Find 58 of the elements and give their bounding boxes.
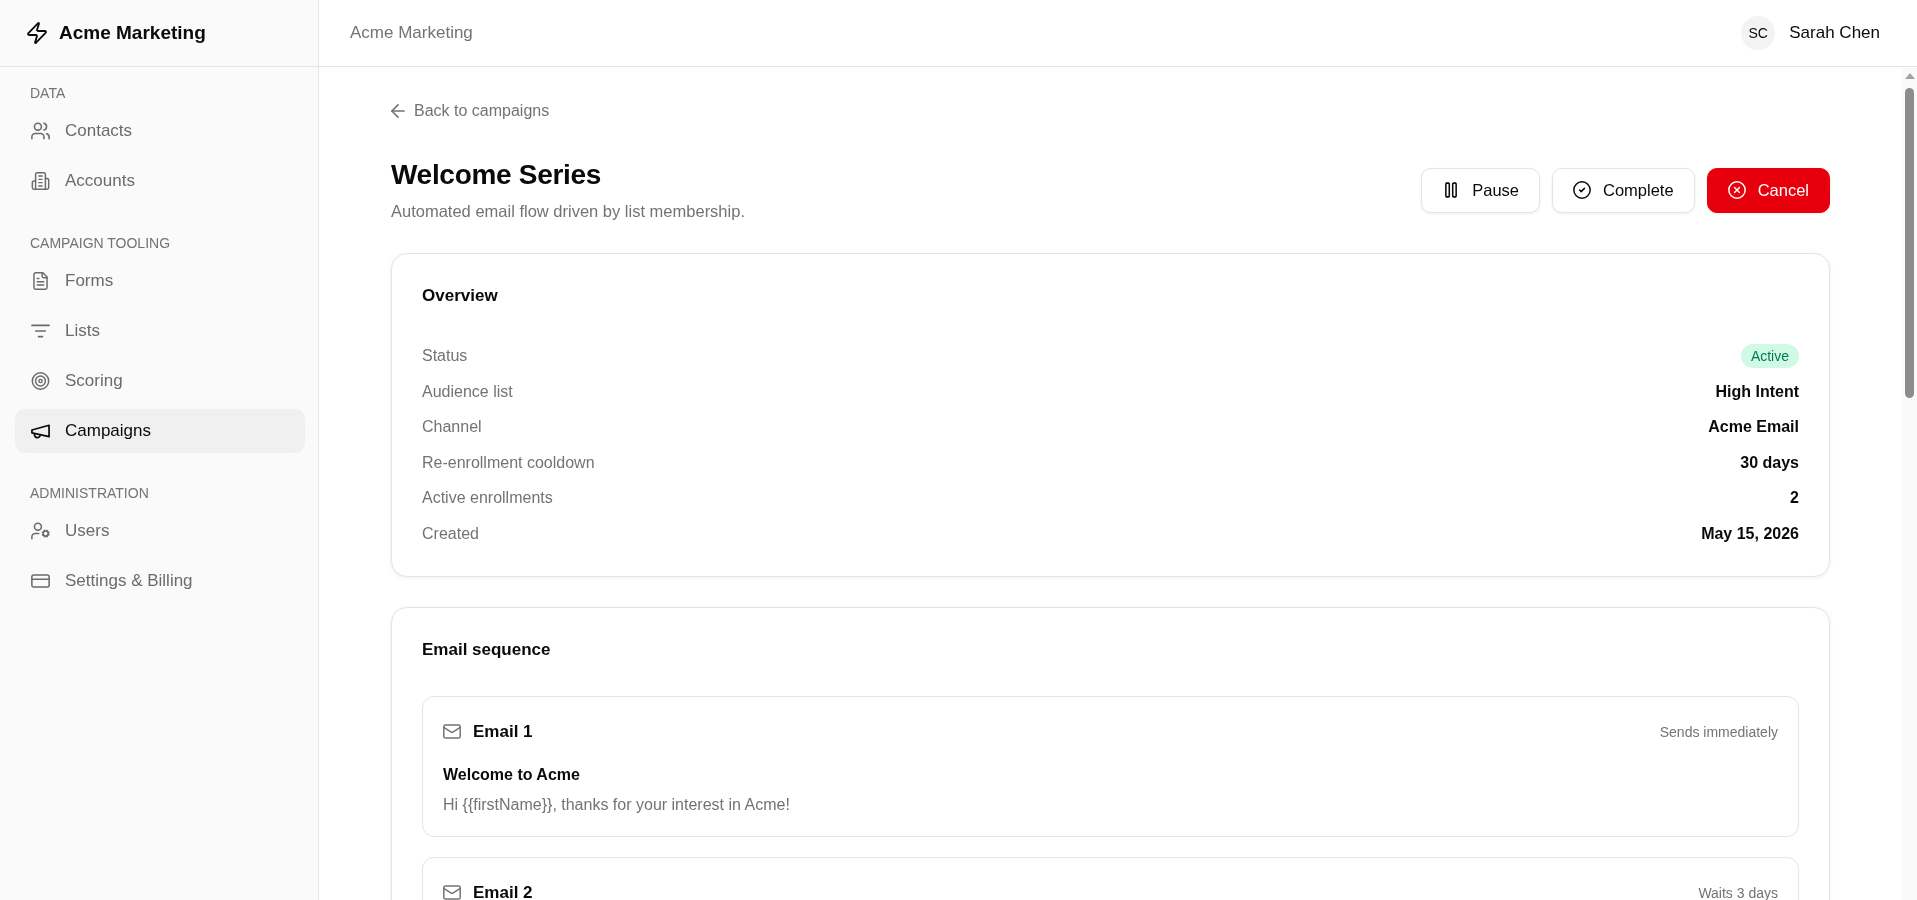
- scrollbar-thumb[interactable]: [1905, 88, 1914, 398]
- user-gear-icon: [31, 522, 50, 540]
- filter-icon: [31, 322, 50, 340]
- cancel-button[interactable]: Cancel: [1706, 167, 1830, 213]
- sidebar-item[interactable]: Campaigns: [15, 409, 305, 453]
- card-icon: [31, 572, 50, 590]
- pause-icon: [1445, 182, 1458, 198]
- lightning-icon: [27, 22, 47, 44]
- sidebar-item[interactable]: Lists: [15, 309, 305, 353]
- target-icon: [31, 372, 50, 390]
- building-icon: [31, 172, 50, 190]
- section-label: ADMINISTRATION: [29, 484, 149, 503]
- page-subtitle: Automated email flow driven by list membership.: [391, 201, 745, 222]
- field-label: Created: [422, 524, 479, 543]
- section-label: DATA: [29, 84, 66, 103]
- field-label: Channel: [422, 418, 482, 436]
- email-preview: Hi {{firstName}}, thanks for your interest in Acme!: [443, 794, 790, 815]
- page-title: Welcome Series: [391, 158, 602, 192]
- sidebar-item[interactable]: Users: [15, 509, 305, 553]
- email-timing: Waits 3 days: [1698, 884, 1778, 900]
- email-title: Email 1: [473, 720, 533, 743]
- x-circle-icon: [1727, 181, 1746, 199]
- field-label: Audience list: [422, 382, 513, 401]
- card-title: Overview: [422, 285, 498, 307]
- sidebar-item[interactable]: Contacts: [15, 109, 305, 153]
- check-circle-icon: [1573, 181, 1591, 199]
- field-value: High Intent: [1715, 382, 1799, 401]
- megaphone-icon: [31, 422, 50, 440]
- back-link[interactable]: Back to campaigns: [391, 99, 550, 123]
- pause-button[interactable]: Pause: [1421, 167, 1540, 213]
- user-name[interactable]: Sarah Chen: [1789, 23, 1880, 43]
- brand-name: Acme Marketing: [59, 22, 206, 44]
- header-title: Acme Marketing: [350, 23, 473, 43]
- card-title: Email sequence: [422, 638, 551, 661]
- sidebar-item[interactable]: Accounts: [15, 159, 305, 203]
- field-label: Re-enrollment cooldown: [422, 453, 595, 472]
- document-icon: [31, 272, 50, 290]
- field-value: 2: [1790, 489, 1799, 507]
- user-avatar[interactable]: SC: [1741, 16, 1776, 50]
- sidebar-item[interactable]: Scoring: [15, 359, 305, 403]
- status-badge: Active: [1740, 344, 1799, 368]
- email-title: Email 2: [473, 881, 533, 900]
- field-label: Active enrollments: [422, 489, 553, 507]
- field-value: May 15, 2026: [1701, 524, 1799, 543]
- people-icon: [31, 122, 50, 140]
- email-timing: Sends immediately: [1659, 723, 1778, 740]
- section-label: CAMPAIGN TOOLING: [29, 234, 171, 253]
- complete-button[interactable]: Complete: [1552, 167, 1695, 213]
- sidebar-item[interactable]: Settings & Billing: [15, 559, 305, 603]
- field-value: 30 days: [1740, 453, 1799, 472]
- field-label: Status: [422, 347, 468, 365]
- scrollbar[interactable]: [1902, 67, 1917, 900]
- field-value: Acme Email: [1708, 418, 1799, 436]
- email-subject: Welcome to Acme: [443, 764, 580, 785]
- scroll-up-icon[interactable]: [1904, 73, 1915, 79]
- sidebar-item[interactable]: Forms: [15, 259, 305, 303]
- envelope-icon: [443, 885, 461, 900]
- envelope-icon: [443, 724, 461, 739]
